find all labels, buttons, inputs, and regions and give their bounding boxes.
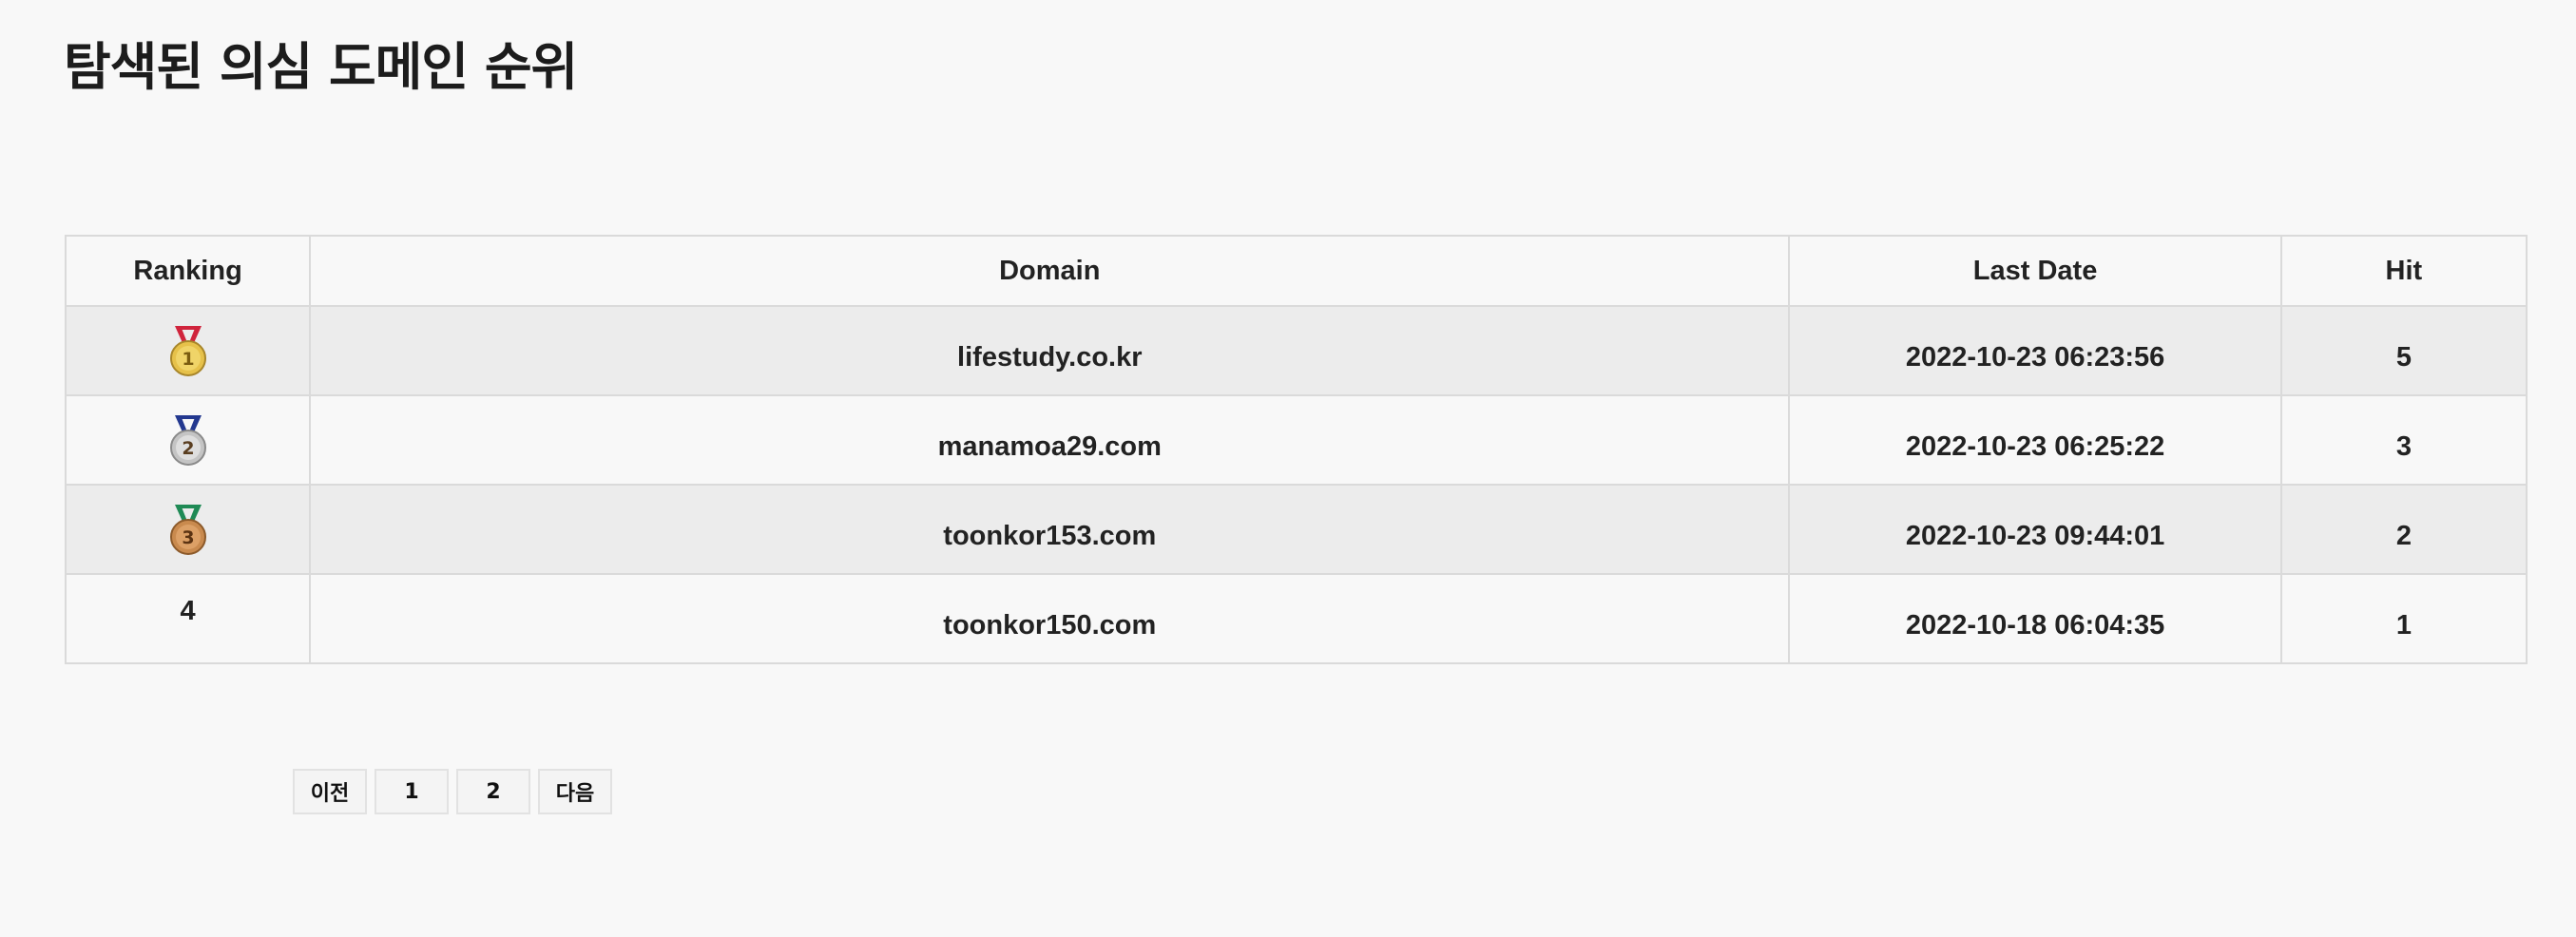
medal-rank-label: 2	[182, 438, 194, 459]
medal-rank-label: 1	[182, 349, 194, 370]
silver-medal-icon: 2	[169, 415, 206, 466]
domain-cell: lifestudy.co.kr	[309, 305, 1791, 396]
rank-cell: 1	[64, 305, 312, 396]
domain-ranking-table: Ranking Domain Last Date Hit 1 lifestudy…	[64, 235, 2528, 664]
domain-cell: toonkor153.com	[309, 484, 1791, 575]
page-2-button[interactable]: 2	[456, 769, 530, 814]
page-title: 탐색된 의심 도메인 순위	[64, 37, 578, 97]
next-page-button[interactable]: 다음	[538, 769, 612, 814]
rank-cell: 3	[64, 484, 312, 575]
gold-medal-icon: 1	[169, 326, 206, 376]
table-header-row: Ranking Domain Last Date Hit	[64, 235, 2528, 307]
table-row: 2 manamoa29.com 2022-10-23 06:25:22 3	[64, 394, 2528, 486]
rank-cell: 2	[64, 394, 312, 486]
table-row: 1 lifestudy.co.kr 2022-10-23 06:23:56 5	[64, 305, 2528, 396]
hit-cell: 1	[2279, 573, 2528, 664]
hit-cell: 5	[2279, 305, 2528, 396]
rank-cell: 4	[64, 573, 312, 664]
prev-page-button[interactable]: 이전	[293, 769, 367, 814]
hit-cell: 3	[2279, 394, 2528, 486]
domain-cell: toonkor150.com	[309, 573, 1791, 664]
last-date-cell: 2022-10-23 06:25:22	[1788, 394, 2282, 486]
header-hit: Hit	[2279, 235, 2528, 307]
hit-cell: 2	[2279, 484, 2528, 575]
last-date-cell: 2022-10-23 09:44:01	[1788, 484, 2282, 575]
bronze-medal-icon: 3	[169, 505, 206, 555]
header-last-date: Last Date	[1788, 235, 2282, 307]
table-row: 4 toonkor150.com 2022-10-18 06:04:35 1	[64, 573, 2528, 664]
table-row: 3 toonkor153.com 2022-10-23 09:44:01 2	[64, 484, 2528, 575]
medal-rank-label: 3	[182, 527, 194, 548]
domain-cell: manamoa29.com	[309, 394, 1791, 486]
header-domain: Domain	[309, 235, 1791, 307]
last-date-cell: 2022-10-18 06:04:35	[1788, 573, 2282, 664]
pagination: 이전 1 2 다음	[293, 769, 612, 814]
page-1-button[interactable]: 1	[375, 769, 449, 814]
header-ranking: Ranking	[64, 235, 312, 307]
last-date-cell: 2022-10-23 06:23:56	[1788, 305, 2282, 396]
